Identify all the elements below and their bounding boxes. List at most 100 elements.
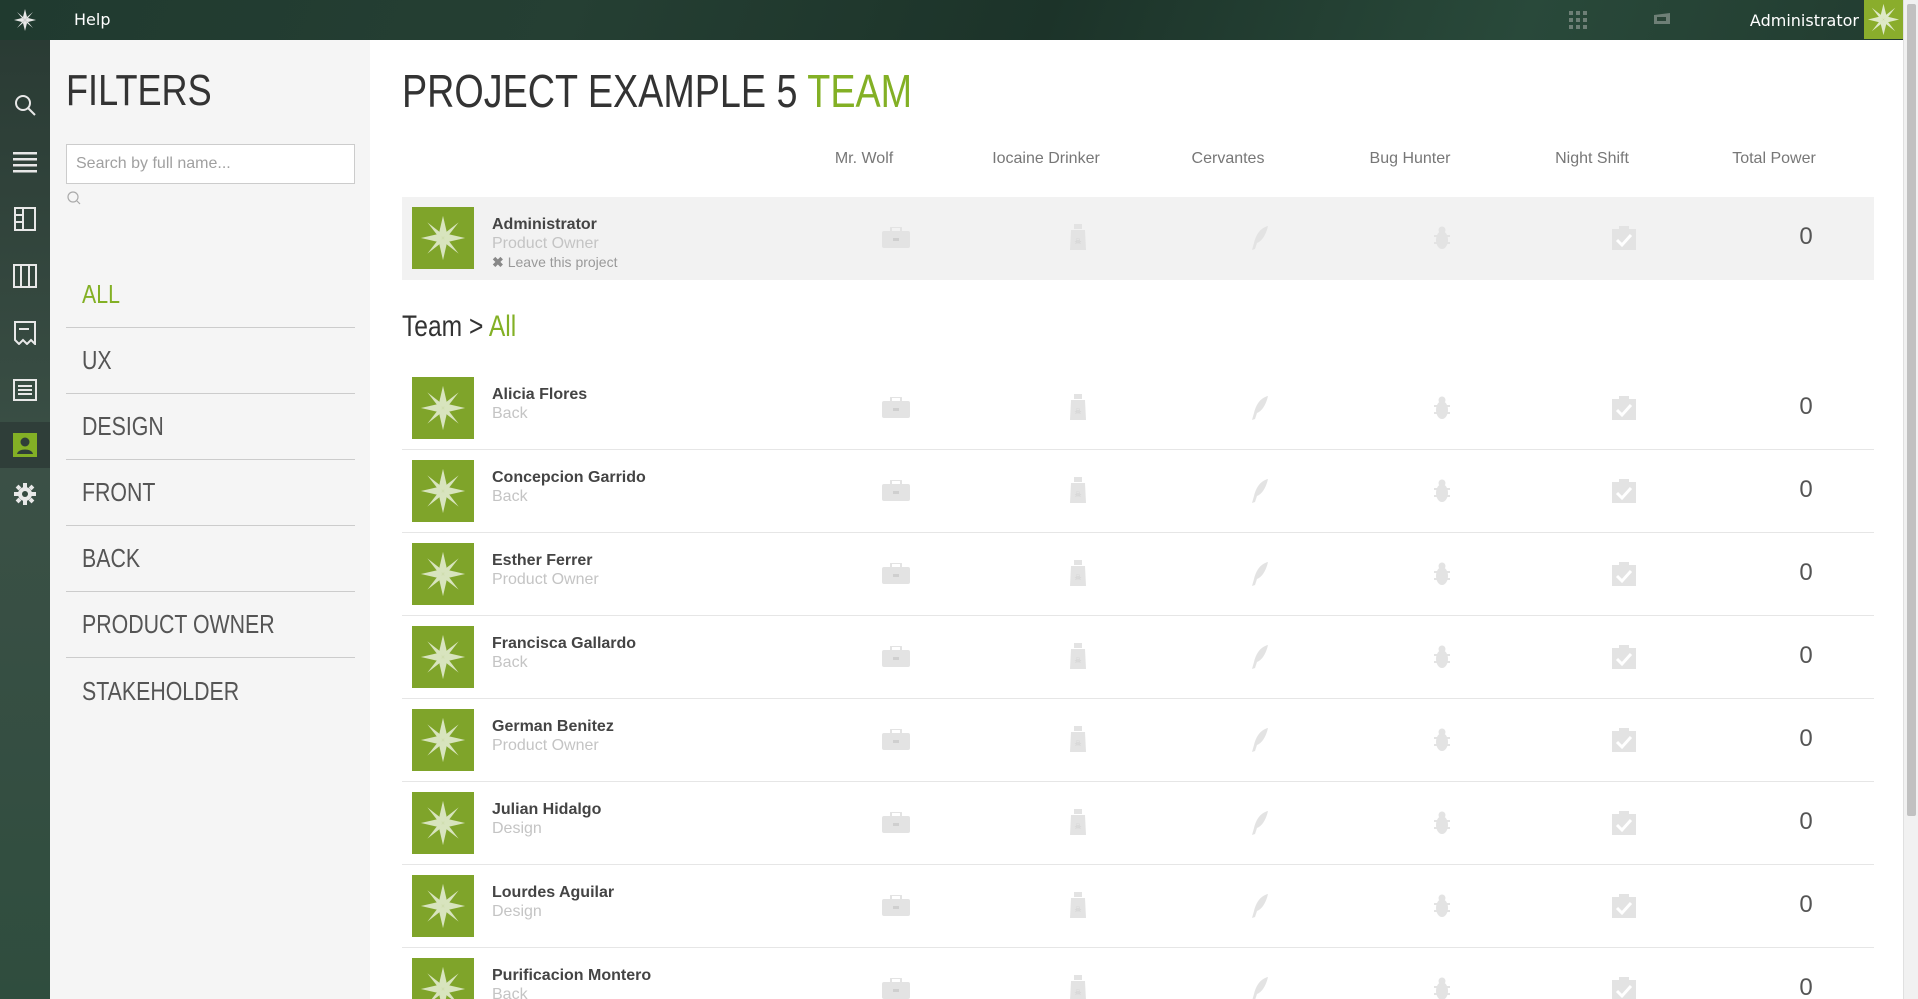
member-name[interactable]: German Benitez [492, 718, 614, 736]
clipboard-check-icon [1609, 642, 1639, 672]
member-name[interactable]: Concepcion Garrido [492, 469, 646, 487]
wiki-icon[interactable] [0, 367, 50, 413]
total-power-value: 0 [1799, 476, 1813, 503]
user-menu[interactable]: Administrator [1750, 11, 1859, 30]
avatar[interactable] [412, 207, 474, 269]
member-role: Design [492, 820, 542, 837]
issues-icon[interactable] [0, 310, 50, 356]
team-member-row: German Benitez Product Owner ☠ 0 [402, 699, 1874, 782]
column-header-cervantes: Cervantes [1191, 150, 1265, 167]
scroll-thumb[interactable] [1907, 4, 1916, 816]
avatar[interactable] [412, 875, 474, 937]
search-icon[interactable] [66, 190, 82, 210]
member-name[interactable]: Julian Hidalgo [492, 801, 601, 819]
board-icon[interactable] [0, 253, 50, 299]
member-name[interactable]: Purificacion Montero [492, 967, 651, 985]
scrollbar[interactable] [1903, 0, 1918, 999]
briefcase-icon [881, 559, 911, 589]
member-role: Back [492, 405, 528, 422]
svg-text:☠: ☠ [1074, 988, 1081, 997]
member-role: Product Owner [492, 571, 599, 588]
poison-bottle-icon: ☠ [1063, 725, 1093, 755]
quill-icon [1245, 808, 1275, 838]
bug-icon [1427, 223, 1457, 253]
filter-item-ux[interactable]: UX [66, 328, 355, 394]
member-name[interactable]: Francisca Gallardo [492, 635, 636, 653]
filter-item-back[interactable]: BACK [66, 526, 355, 592]
member-name[interactable]: Administrator [492, 216, 597, 234]
quill-icon [1245, 559, 1275, 589]
clipboard-check-icon [1609, 725, 1639, 755]
quill-icon [1245, 725, 1275, 755]
avatar[interactable] [412, 460, 474, 522]
taiga-logo-icon[interactable] [0, 0, 50, 40]
kanban-icon[interactable] [0, 196, 50, 242]
member-role: Back [492, 986, 528, 999]
filter-item-product-owner[interactable]: PRODUCT OWNER [66, 592, 355, 658]
backlog-icon[interactable] [0, 139, 50, 185]
quill-icon [1245, 223, 1275, 253]
svg-text:☠: ☠ [1074, 656, 1081, 665]
svg-text:☠: ☠ [1074, 573, 1081, 582]
avatar[interactable] [412, 377, 474, 439]
member-role: Design [492, 903, 542, 920]
briefcase-icon [881, 808, 911, 838]
help-link[interactable]: Help [74, 10, 110, 29]
column-headers: Mr. Wolf Iocaine Drinker Cervantes Bug H… [370, 150, 1903, 180]
quill-icon [1245, 393, 1275, 423]
avatar[interactable] [412, 709, 474, 771]
notifications-icon[interactable] [1652, 10, 1672, 32]
avatar[interactable] [412, 626, 474, 688]
clipboard-check-icon [1609, 476, 1639, 506]
member-name[interactable]: Esther Ferrer [492, 552, 593, 570]
avatar[interactable] [412, 958, 474, 999]
briefcase-icon [881, 891, 911, 921]
clipboard-check-icon [1609, 891, 1639, 921]
briefcase-icon [881, 223, 911, 253]
poison-bottle-icon: ☠ [1063, 223, 1093, 253]
leave-project-label: Leave this project [507, 254, 618, 270]
filter-item-front[interactable]: FRONT [66, 460, 355, 526]
apps-grid-icon[interactable] [1568, 10, 1588, 34]
bug-icon [1427, 559, 1457, 589]
quill-icon [1245, 476, 1275, 506]
filter-item-design[interactable]: DESIGN [66, 394, 355, 460]
poison-bottle-icon: ☠ [1063, 974, 1093, 999]
filter-item-all[interactable]: ALL [66, 262, 355, 328]
avatar[interactable] [412, 792, 474, 854]
bug-icon [1427, 808, 1457, 838]
quill-icon [1245, 891, 1275, 921]
column-header-night-shift: Night Shift [1555, 150, 1629, 167]
member-role: Product Owner [492, 235, 599, 252]
team-member-row: Esther Ferrer Product Owner ☠ 0 [402, 533, 1874, 616]
clipboard-check-icon [1609, 559, 1639, 589]
member-role: Back [492, 488, 528, 505]
member-name[interactable]: Alicia Flores [492, 386, 587, 404]
top-bar: Help Administrator [0, 0, 1903, 40]
clipboard-check-icon [1609, 223, 1639, 253]
search-icon[interactable] [0, 82, 50, 128]
member-name[interactable]: Lourdes Aguilar [492, 884, 614, 902]
bug-icon [1427, 891, 1457, 921]
total-power-value: 0 [1799, 559, 1813, 586]
total-power-value: 0 [1799, 642, 1813, 669]
filter-item-stakeholder[interactable]: STAKEHOLDER [66, 658, 355, 724]
team-icon[interactable] [0, 422, 50, 468]
bug-icon [1427, 642, 1457, 672]
briefcase-icon [881, 642, 911, 672]
svg-text:☠: ☠ [1074, 407, 1081, 416]
user-avatar[interactable] [1864, 0, 1903, 39]
member-role: Product Owner [492, 737, 599, 754]
poison-bottle-icon: ☠ [1063, 476, 1093, 506]
team-heading: Team > All [402, 310, 517, 343]
avatar[interactable] [412, 543, 474, 605]
close-icon: ✖ [492, 254, 504, 270]
svg-text:☠: ☠ [1074, 490, 1081, 499]
settings-icon[interactable] [0, 471, 50, 517]
total-power-value: 0 [1799, 808, 1813, 835]
briefcase-icon [881, 393, 911, 423]
main-content: PROJECT EXAMPLE 5 TEAM Mr. Wolf Iocaine … [370, 40, 1903, 999]
leave-project-button[interactable]: ✖ Leave this project [492, 254, 617, 271]
bug-icon [1427, 476, 1457, 506]
search-input[interactable] [66, 144, 355, 184]
